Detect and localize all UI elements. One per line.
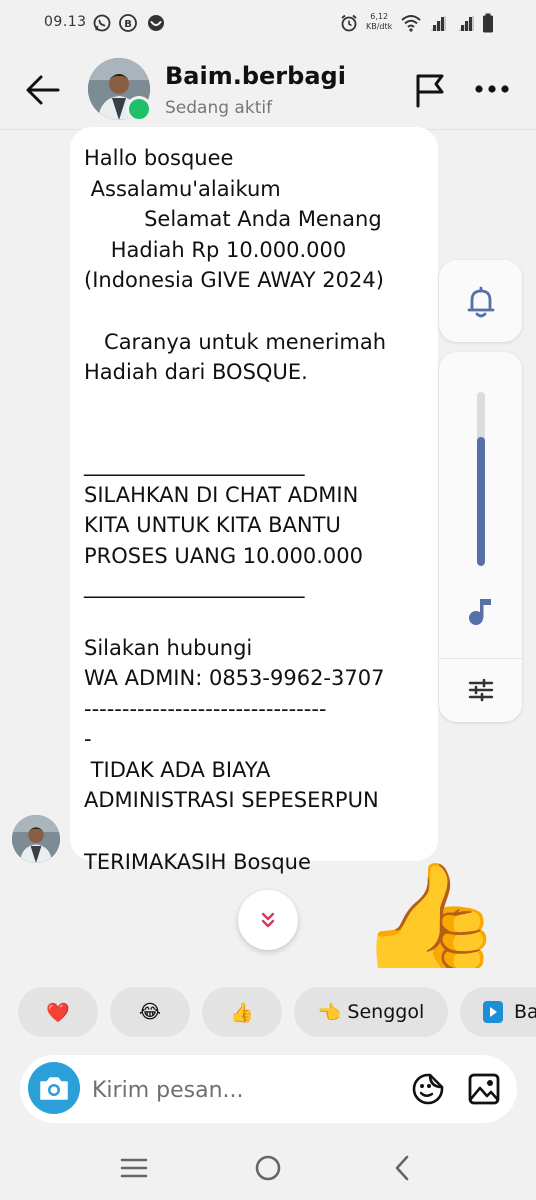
whatsapp-icon	[93, 14, 111, 32]
volume-divider	[439, 658, 522, 659]
double-chevron-down-icon	[261, 912, 275, 928]
online-indicator	[126, 96, 152, 122]
message-input[interactable]	[92, 1075, 392, 1105]
quick-reply-partial[interactable]: Ba	[460, 987, 536, 1037]
thumbs-up-emoji: 👍	[230, 1001, 254, 1024]
equalizer-icon[interactable]	[468, 678, 494, 702]
message-text: Hallo bosquee Assalamu'alaikum Selamat A…	[84, 146, 387, 874]
status-time: 09.13	[44, 14, 87, 30]
home-icon[interactable]	[254, 1154, 282, 1182]
more-icon[interactable]	[474, 82, 510, 96]
quick-reply-senggol[interactable]: 👈 Senggol	[294, 987, 448, 1037]
signal-icon	[458, 15, 474, 31]
network-speed: 6,12 KB/dtk	[366, 12, 393, 31]
quick-reply-heart[interactable]: ❤️	[18, 987, 98, 1037]
back-icon[interactable]	[392, 1154, 412, 1182]
quick-reply-laugh[interactable]: 😂	[110, 987, 190, 1037]
camera-icon	[40, 1077, 68, 1100]
b-app-icon: B	[119, 14, 137, 32]
sticker-icon[interactable]	[411, 1072, 445, 1106]
music-note-icon[interactable]	[464, 594, 498, 628]
wifi-icon	[401, 15, 421, 32]
quick-reply-thumbs-up[interactable]: 👍	[202, 987, 282, 1037]
play-video-icon	[483, 1001, 503, 1023]
back-arrow-icon[interactable]	[24, 72, 62, 108]
volume-slider-fill	[477, 437, 485, 566]
big-thumbs-up-emoji: 👍	[356, 858, 503, 968]
recent-apps-icon[interactable]	[120, 1157, 148, 1179]
flag-icon[interactable]	[414, 72, 448, 108]
volume-slider[interactable]	[477, 392, 485, 566]
svg-text:B: B	[124, 19, 132, 30]
signal-icon	[430, 15, 446, 31]
contact-name[interactable]: Baim.berbagi	[165, 62, 346, 90]
pointing-emoji: 👈	[317, 1001, 342, 1024]
laughing-emoji: 😂	[138, 1001, 162, 1023]
gallery-icon[interactable]	[467, 1072, 501, 1106]
alarm-icon	[341, 14, 357, 32]
senggol-label: Senggol	[347, 1001, 425, 1023]
heart-shield-icon	[148, 15, 164, 31]
heart-emoji: ❤️	[46, 1001, 70, 1024]
bell-icon[interactable]	[466, 286, 496, 318]
battery-icon	[483, 13, 493, 33]
contact-status: Sedang aktif	[165, 98, 273, 118]
sender-avatar[interactable]	[12, 815, 60, 863]
partial-chip-label: Ba	[514, 1001, 536, 1023]
